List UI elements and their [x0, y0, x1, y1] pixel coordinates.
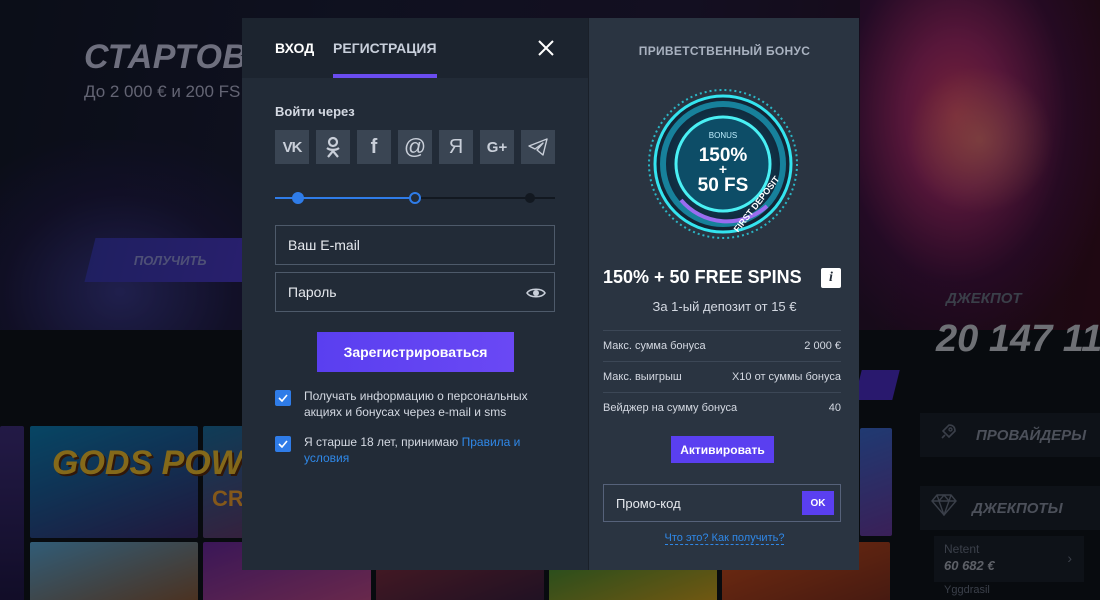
mail-login-button[interactable]: @	[398, 130, 432, 164]
registration-steps	[275, 190, 555, 206]
news-consent-checkbox[interactable]	[275, 390, 291, 406]
google-plus-icon: G+	[486, 138, 508, 156]
register-button[interactable]: Зарегистрироваться	[317, 332, 514, 372]
news-consent-row: Получать информацию о персональных акция…	[275, 388, 544, 420]
yandex-login-button[interactable]: Я	[439, 130, 473, 164]
badge-top: BONUS	[709, 131, 737, 140]
odnoklassniki-login-button[interactable]	[316, 130, 350, 164]
password-input[interactable]	[276, 273, 554, 311]
bonus-terms-table: Макс. сумма бонуса 2 000 € Макс. выигрыш…	[603, 330, 841, 423]
step-3	[525, 193, 535, 203]
offer-title: 150% + 50 FREE SPINS	[603, 267, 802, 287]
password-field-wrapper	[275, 272, 555, 312]
first-deposit-badge: BONUS 150% + 50 FS FIRST DEPOSIT	[648, 89, 798, 239]
checkmark-icon	[278, 440, 288, 448]
mail-icon: @	[403, 134, 427, 159]
vk-icon: VK	[282, 138, 303, 156]
news-consent-label: Получать информацию о персональных акция…	[304, 389, 528, 419]
info-button[interactable]: i	[821, 268, 841, 288]
step-2	[409, 192, 421, 204]
auth-tabs: ВХОД РЕГИСТРАЦИЯ	[242, 18, 588, 78]
email-input[interactable]	[276, 226, 554, 264]
tab-login[interactable]: ВХОД	[275, 40, 314, 56]
google-plus-login-button[interactable]: G+	[480, 130, 514, 164]
show-password-button[interactable]	[526, 283, 546, 303]
step-1	[292, 192, 304, 204]
bonus-title: ПРИВЕТСТВЕННЫЙ БОНУС	[638, 44, 811, 58]
eye-icon	[526, 288, 546, 298]
welcome-bonus-pane: ПРИВЕТСТВЕННЫЙ БОНУС BONUS 150% + 50 FS …	[588, 18, 859, 570]
odnoklassniki-icon	[326, 136, 340, 158]
activate-bonus-button[interactable]: Активировать	[671, 436, 774, 463]
promo-code-input[interactable]	[604, 485, 794, 521]
age-consent-label: Я старше 18 лет, принимаю Правила и усло…	[304, 435, 521, 465]
offer-subtitle: За 1-ый депозит от 15 €	[652, 299, 797, 314]
checkmark-icon	[278, 394, 288, 402]
telegram-icon	[528, 138, 548, 156]
tab-register[interactable]: РЕГИСТРАЦИЯ	[333, 40, 437, 56]
close-button[interactable]	[534, 36, 558, 60]
promo-code-field: OK	[603, 484, 841, 522]
vk-login-button[interactable]: VK	[275, 130, 309, 164]
age-consent-checkbox[interactable]	[275, 436, 291, 452]
facebook-login-button[interactable]: f	[357, 130, 391, 164]
terms-row: Макс. выигрыш X10 от суммы бонуса	[603, 361, 841, 392]
email-field-wrapper	[275, 225, 555, 265]
social-login-buttons: VK f @ Я G+	[275, 130, 555, 164]
promo-help: Что это? Как получить?	[589, 532, 860, 545]
promo-ok-button[interactable]: OK	[802, 491, 834, 515]
age-consent-row: Я старше 18 лет, принимаю Правила и усло…	[275, 434, 544, 466]
badge-spins: 50 FS	[698, 175, 749, 196]
telegram-login-button[interactable]	[521, 130, 555, 164]
promo-help-link[interactable]: Что это? Как получить?	[664, 532, 785, 545]
active-tab-indicator	[333, 74, 437, 78]
registration-pane: ВХОД РЕГИСТРАЦИЯ Войти через VK f @ Я G+…	[242, 18, 588, 570]
terms-row: Макс. сумма бонуса 2 000 €	[603, 330, 841, 361]
facebook-icon: f	[370, 135, 378, 158]
terms-row: Вейджер на сумму бонуса 40	[603, 392, 841, 423]
info-icon: i	[829, 270, 833, 285]
auth-modal: ВХОД РЕГИСТРАЦИЯ Войти через VK f @ Я G+…	[242, 18, 859, 570]
social-login-label: Войти через	[275, 104, 355, 119]
close-icon	[538, 40, 554, 56]
yandex-icon: Я	[448, 135, 464, 158]
